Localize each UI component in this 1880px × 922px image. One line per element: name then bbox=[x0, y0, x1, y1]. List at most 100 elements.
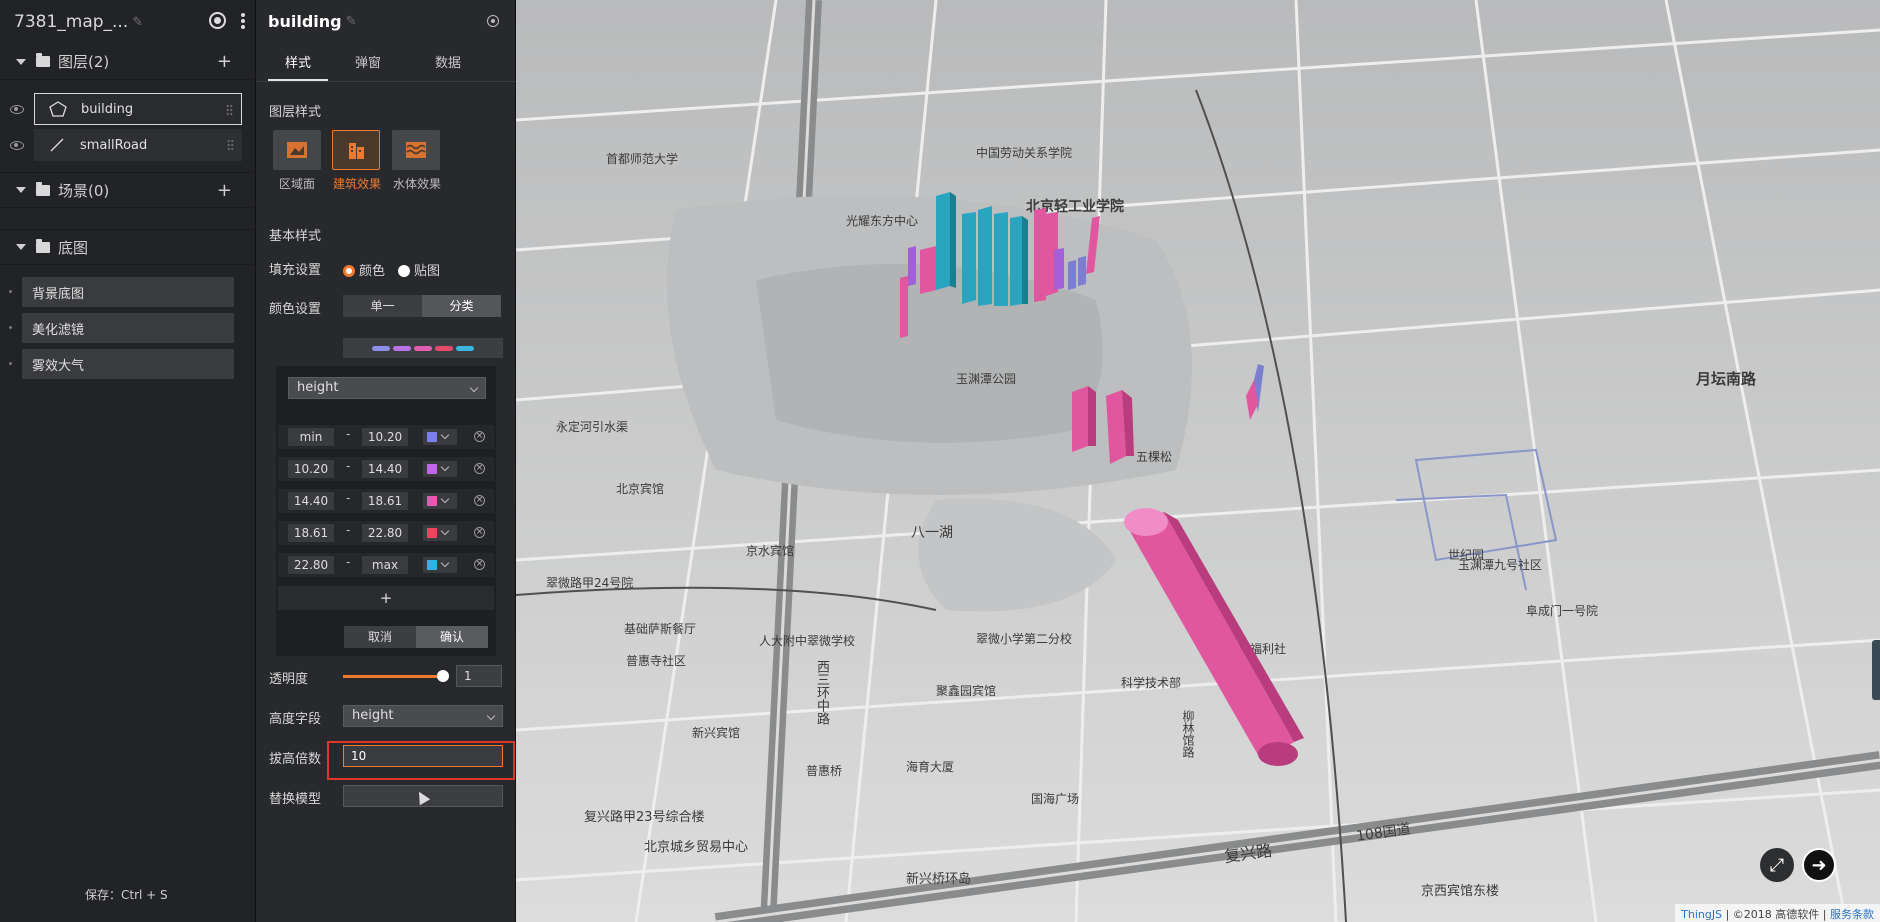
add-class-row-button[interactable]: + bbox=[278, 586, 494, 610]
layer-name: building bbox=[81, 101, 134, 117]
classify-field-value: height bbox=[297, 380, 339, 395]
basemap-item[interactable]: 雾效大气 bbox=[22, 349, 234, 379]
height-scale-label: 拔高倍数 bbox=[269, 752, 322, 767]
confirm-button[interactable]: 确认 bbox=[416, 626, 488, 648]
project-title[interactable]: 7381_map_... bbox=[14, 12, 128, 32]
locate-icon[interactable] bbox=[209, 12, 226, 29]
tab-popup[interactable]: 弹窗 bbox=[328, 46, 408, 81]
more-vertical-icon[interactable] bbox=[240, 12, 246, 30]
layer-name: smallRoad bbox=[80, 137, 148, 153]
attribution-brand[interactable]: ThingJS bbox=[1681, 908, 1722, 921]
range-dash: - bbox=[346, 459, 351, 473]
edit-pencil-icon[interactable]: ✎ bbox=[132, 15, 143, 30]
fullscreen-button[interactable]: ⤢ bbox=[1760, 848, 1794, 882]
class-color-picker[interactable] bbox=[423, 557, 457, 573]
palette-swatch bbox=[393, 345, 411, 351]
style-area-button[interactable] bbox=[273, 130, 321, 170]
style-water-button[interactable] bbox=[392, 130, 440, 170]
add-layer-button[interactable]: + bbox=[217, 51, 232, 72]
class-from-input[interactable]: 14.40 bbox=[288, 492, 334, 510]
layer-style-heading: 图层样式 bbox=[269, 105, 322, 120]
fill-radio-color[interactable]: 颜色 bbox=[343, 260, 385, 279]
side-panel-handle[interactable] bbox=[1872, 640, 1880, 700]
palette-swatch bbox=[435, 345, 453, 351]
next-button[interactable]: ➜ bbox=[1802, 848, 1836, 882]
range-dash: - bbox=[346, 555, 351, 569]
class-to-input[interactable]: 10.20 bbox=[362, 428, 408, 446]
opacity-slider-handle[interactable] bbox=[437, 670, 449, 682]
locate-icon[interactable] bbox=[487, 15, 499, 27]
area-icon bbox=[287, 142, 307, 158]
map-3d-viewport[interactable]: 首都师范大学 中国劳动关系学院 北京轻工业学院 光耀东方中心 八一湖 玉渊潭公园… bbox=[516, 0, 1880, 922]
cancel-button[interactable]: 取消 bbox=[344, 626, 416, 648]
folder-icon bbox=[36, 238, 50, 253]
project-title-row[interactable]: 7381_map_... ✎ bbox=[14, 12, 143, 32]
eye-icon[interactable] bbox=[10, 105, 24, 114]
layer-item-building[interactable]: building bbox=[34, 93, 242, 125]
basemap-item[interactable]: 美化滤镜 bbox=[22, 313, 234, 343]
layer-item-smallroad[interactable]: smallRoad bbox=[34, 129, 242, 161]
opacity-slider[interactable] bbox=[343, 670, 449, 682]
fill-radio-texture[interactable]: 贴图 bbox=[398, 260, 440, 279]
height-field-select[interactable]: height bbox=[343, 705, 503, 727]
color-mode-single[interactable]: 单一 bbox=[343, 295, 422, 317]
palette-swatch bbox=[414, 345, 432, 351]
remove-row-icon[interactable]: × bbox=[474, 559, 485, 570]
class-to-input[interactable]: 14.40 bbox=[362, 460, 408, 478]
class-to-input[interactable]: 22.80 bbox=[362, 524, 408, 542]
tab-data[interactable]: 数据 bbox=[408, 46, 488, 81]
opacity-slider-fill bbox=[343, 675, 443, 678]
drag-handle-icon[interactable] bbox=[227, 139, 234, 151]
class-from-input[interactable]: 18.61 bbox=[288, 524, 334, 542]
class-from-input[interactable]: min bbox=[288, 428, 334, 446]
radio-icon[interactable] bbox=[398, 265, 410, 277]
layers-section-header[interactable]: 图层(2) + bbox=[0, 44, 256, 80]
class-color-picker[interactable] bbox=[423, 461, 457, 477]
style-building-label: 建筑效果 bbox=[333, 177, 382, 191]
class-color-picker[interactable] bbox=[423, 493, 457, 509]
edit-pencil-icon[interactable]: ✎ bbox=[346, 14, 357, 29]
remove-row-icon[interactable]: × bbox=[474, 463, 485, 474]
class-to-input[interactable]: 18.61 bbox=[362, 492, 408, 510]
style-area-label: 区域面 bbox=[279, 177, 316, 191]
caret-down-icon[interactable] bbox=[16, 244, 26, 250]
color-palette-picker[interactable] bbox=[343, 338, 503, 358]
basemap-section-label: 底图 bbox=[58, 238, 89, 257]
class-to-input[interactable]: max bbox=[362, 556, 408, 574]
class-color-picker[interactable] bbox=[423, 429, 457, 445]
height-scale-input[interactable]: 10 bbox=[343, 745, 503, 767]
basemap-item[interactable]: 背景底图 bbox=[22, 277, 234, 307]
remove-row-icon[interactable]: × bbox=[474, 495, 485, 506]
range-dash: - bbox=[346, 523, 351, 537]
style-water-label: 水体效果 bbox=[393, 177, 442, 191]
class-from-input[interactable]: 10.20 bbox=[288, 460, 334, 478]
radio-selected-icon[interactable] bbox=[343, 265, 355, 277]
class-from-input[interactable]: 22.80 bbox=[288, 556, 334, 574]
classify-field-select[interactable]: height bbox=[288, 377, 486, 399]
class-row: 10.20 - 14.40 × bbox=[278, 457, 494, 481]
remove-row-icon[interactable]: × bbox=[474, 431, 485, 442]
chevron-down-icon bbox=[469, 383, 479, 393]
drag-handle-icon[interactable] bbox=[226, 104, 233, 116]
class-row: 22.80 - max × bbox=[278, 553, 494, 577]
basemap-section-header[interactable]: 底图 bbox=[0, 229, 256, 265]
remove-row-icon[interactable]: × bbox=[474, 527, 485, 538]
attribution-terms[interactable]: 服务条款 bbox=[1830, 908, 1874, 921]
eye-icon[interactable] bbox=[10, 141, 24, 150]
polygon-icon bbox=[49, 101, 67, 117]
caret-down-icon[interactable] bbox=[16, 187, 26, 193]
properties-title[interactable]: building bbox=[268, 12, 342, 31]
add-scene-button[interactable]: + bbox=[217, 180, 232, 201]
save-hint: 保存：Ctrl + S bbox=[85, 888, 168, 902]
opacity-input[interactable]: 1 bbox=[456, 665, 502, 687]
folder-icon bbox=[36, 53, 50, 67]
water-icon bbox=[406, 142, 426, 158]
color-mode-classify[interactable]: 分类 bbox=[422, 295, 501, 317]
caret-down-icon[interactable] bbox=[16, 58, 26, 65]
height-field-label: 高度字段 bbox=[269, 712, 322, 727]
scenes-section-header[interactable]: 场景(0) + bbox=[0, 172, 256, 208]
tab-style[interactable]: 样式 bbox=[268, 46, 328, 81]
color-mode-toggle: 单一 分类 bbox=[343, 295, 501, 317]
style-building-button[interactable] bbox=[332, 130, 380, 170]
class-color-picker[interactable] bbox=[423, 525, 457, 541]
